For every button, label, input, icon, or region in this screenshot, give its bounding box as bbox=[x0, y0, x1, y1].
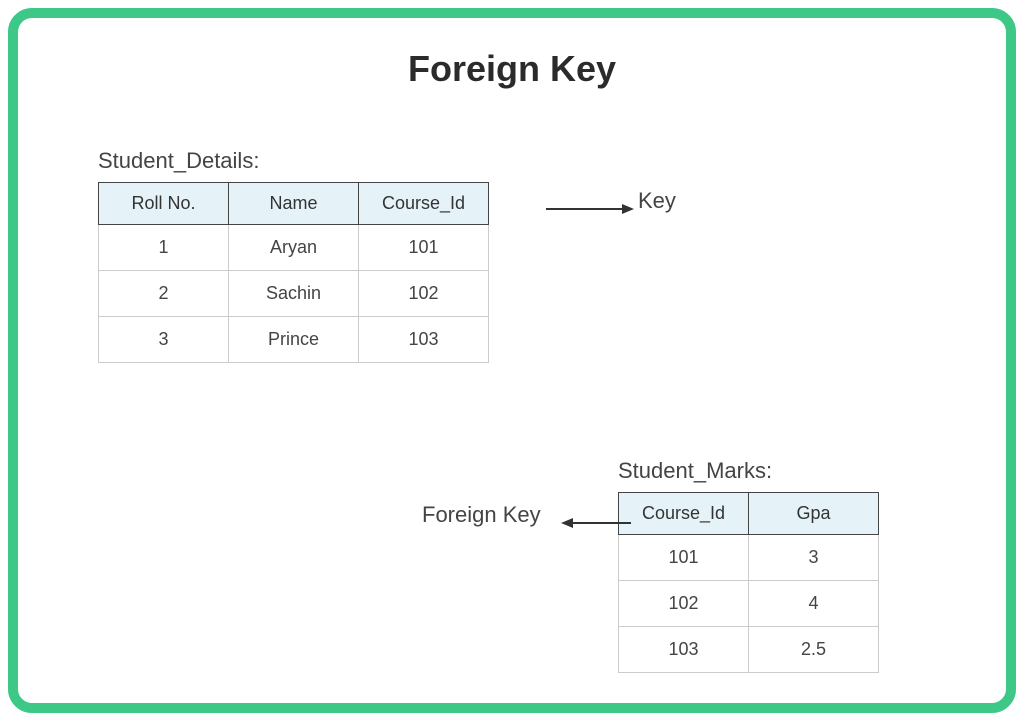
table-row: 3 Prince 103 bbox=[99, 317, 489, 363]
cell-course: 102 bbox=[619, 581, 749, 627]
table-row: 103 2.5 bbox=[619, 627, 879, 673]
cell-course: 103 bbox=[619, 627, 749, 673]
cell-roll: 1 bbox=[99, 225, 229, 271]
table-row: 101 3 bbox=[619, 535, 879, 581]
col-gpa: Gpa bbox=[749, 493, 879, 535]
cell-roll: 2 bbox=[99, 271, 229, 317]
page-title: Foreign Key bbox=[58, 48, 966, 90]
table-row: 1 Aryan 101 bbox=[99, 225, 489, 271]
table-header-row: Course_Id Gpa bbox=[619, 493, 879, 535]
student-details-label: Student_Details: bbox=[98, 148, 489, 174]
table-header-row: Roll No. Name Course_Id bbox=[99, 183, 489, 225]
col-name: Name bbox=[229, 183, 359, 225]
student-marks-label: Student_Marks: bbox=[618, 458, 879, 484]
table-row: 102 4 bbox=[619, 581, 879, 627]
cell-course: 102 bbox=[359, 271, 489, 317]
cell-name: Prince bbox=[229, 317, 359, 363]
student-marks-section: Student_Marks: Course_Id Gpa 101 3 102 4 bbox=[618, 458, 879, 673]
foreign-key-annotation: Foreign Key bbox=[422, 502, 541, 528]
diagram-frame: Foreign Key Student_Details: Roll No. Na… bbox=[8, 8, 1016, 713]
cell-name: Aryan bbox=[229, 225, 359, 271]
key-annotation: Key bbox=[638, 188, 676, 214]
student-marks-table: Course_Id Gpa 101 3 102 4 103 2.5 bbox=[618, 492, 879, 673]
cell-roll: 3 bbox=[99, 317, 229, 363]
cell-gpa: 3 bbox=[749, 535, 879, 581]
cell-course: 103 bbox=[359, 317, 489, 363]
cell-course: 101 bbox=[359, 225, 489, 271]
arrow-left-icon bbox=[559, 516, 631, 530]
col-course-id: Course_Id bbox=[359, 183, 489, 225]
student-details-section: Student_Details: Roll No. Name Course_Id… bbox=[98, 148, 489, 363]
table-row: 2 Sachin 102 bbox=[99, 271, 489, 317]
arrow-right-icon bbox=[546, 202, 636, 216]
student-details-table: Roll No. Name Course_Id 1 Aryan 101 2 Sa… bbox=[98, 182, 489, 363]
cell-gpa: 2.5 bbox=[749, 627, 879, 673]
col-course-id: Course_Id bbox=[619, 493, 749, 535]
cell-name: Sachin bbox=[229, 271, 359, 317]
col-roll-no: Roll No. bbox=[99, 183, 229, 225]
cell-gpa: 4 bbox=[749, 581, 879, 627]
cell-course: 101 bbox=[619, 535, 749, 581]
